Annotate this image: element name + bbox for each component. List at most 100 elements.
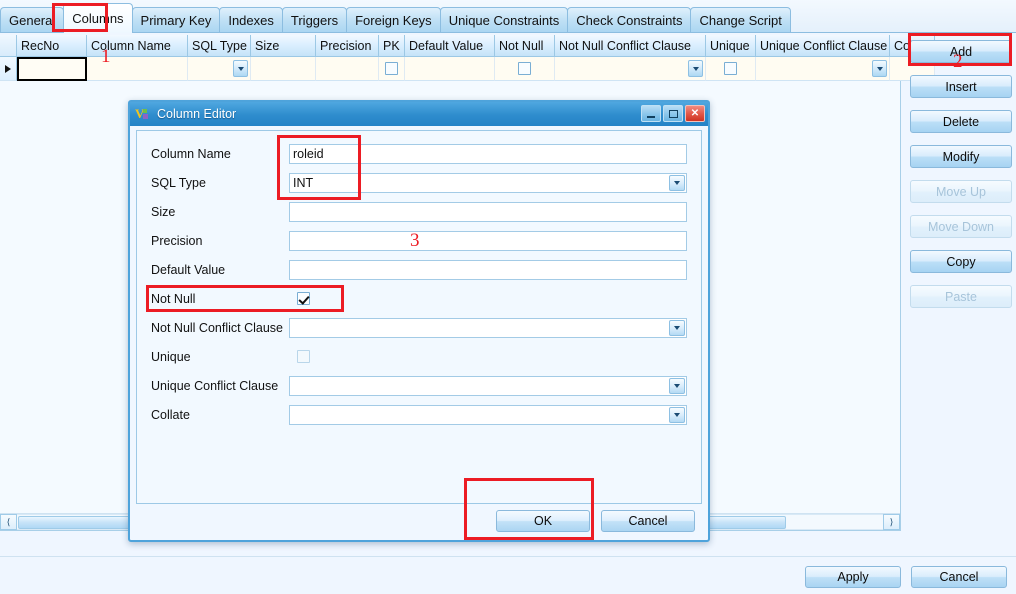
collate-input[interactable]	[289, 404, 687, 425]
grid-column-header[interactable]: Unique Conflict Clause	[756, 35, 890, 57]
row-indicator-cell	[0, 57, 17, 81]
cancel-dialog-button[interactable]: Cancel	[601, 510, 695, 532]
scroll-right-icon[interactable]: ⟩	[883, 514, 900, 530]
cancel-button[interactable]: Cancel	[911, 566, 1007, 588]
tab-unique-constraints[interactable]: Unique Constraints	[439, 7, 569, 33]
grid-column-header[interactable]: Precision	[316, 35, 379, 57]
annotation-number-1: 1	[101, 46, 111, 67]
grid-cell-unique-conflict-clause[interactable]	[756, 57, 890, 81]
field-row: SQL Type INT	[137, 168, 703, 197]
grid-column-header[interactable]: Not Null Conflict Clause	[555, 35, 706, 57]
tab-list: General Columns Primary Key Indexes Triggers…	[0, 3, 791, 33]
not-null-checkbox[interactable]	[297, 292, 310, 305]
grid-column-header[interactable]: Unique	[706, 35, 756, 57]
default-value-input[interactable]	[289, 259, 687, 280]
chevron-down-icon[interactable]	[233, 60, 248, 77]
window-buttons: ✕	[641, 105, 705, 122]
grid-cell-pk[interactable]	[379, 57, 405, 81]
paste-button: Paste	[910, 285, 1012, 308]
chevron-down-icon[interactable]	[669, 174, 685, 191]
chevron-down-icon[interactable]	[688, 60, 703, 77]
chevron-down-icon[interactable]	[669, 377, 685, 394]
tab-indexes[interactable]: Indexes	[219, 7, 283, 33]
unique-conflict-clause-input[interactable]	[289, 375, 687, 396]
move-down-button: Move Down	[910, 215, 1012, 238]
minimize-icon[interactable]	[641, 105, 661, 122]
grid-column-header[interactable]: RecNo	[17, 35, 87, 57]
grid-cell-not-null-conflict-clause[interactable]	[555, 57, 706, 81]
grid-column-header[interactable]: Size	[251, 35, 316, 57]
grid-cell-precision[interactable]	[316, 57, 379, 81]
delete-button[interactable]: Delete	[910, 110, 1012, 133]
column-name-input[interactable]: roleid	[289, 143, 687, 164]
grid-header-row: RecNo Column Name SQL Type Size Precision PK D…	[0, 35, 935, 57]
maximize-icon[interactable]	[663, 105, 683, 122]
grid-column-header[interactable]: Default Value	[405, 35, 495, 57]
dialog-fields: Column Name roleid SQL Type INT Size Precisio…	[136, 130, 702, 504]
field-row: Column Name roleid	[137, 139, 703, 168]
field-label: Unique	[151, 349, 191, 364]
grid-column-header[interactable]: Not Null	[495, 35, 555, 57]
sql-type-value: INT	[293, 175, 314, 190]
field-row: Unique	[137, 342, 703, 371]
grid-cell-not-null[interactable]	[495, 57, 555, 81]
table-designer-window: General Columns Primary Key Indexes Triggers…	[0, 0, 1016, 594]
not-null-conflict-clause-input[interactable]	[289, 317, 687, 338]
dialog-title: Column Editor	[157, 107, 237, 121]
tab-change-script[interactable]: Change Script	[690, 7, 791, 33]
field-label: Collate	[151, 407, 190, 422]
tab-check-constraints[interactable]: Check Constraints	[567, 7, 692, 33]
grid-action-buttons: Add Insert Delete Modify Move Up Move Down Cop…	[903, 35, 1016, 555]
tab-foreign-keys[interactable]: Foreign Keys	[346, 7, 441, 33]
field-label: Size	[151, 204, 176, 219]
column-editor-icon: V	[135, 107, 151, 122]
row-arrow-icon	[5, 64, 11, 73]
grid-cell-default-value[interactable]	[405, 57, 495, 81]
field-label: Not Null Conflict Clause	[151, 320, 283, 335]
field-row: Default Value	[137, 255, 703, 284]
field-label: Precision	[151, 233, 203, 248]
tab-triggers[interactable]: Triggers	[281, 7, 348, 33]
dialog-footer: OK Cancel	[136, 506, 702, 538]
chevron-down-icon[interactable]	[669, 319, 685, 336]
chevron-down-icon[interactable]	[872, 60, 887, 77]
tab-strip: General Columns Primary Key Indexes Triggers…	[0, 0, 1016, 33]
field-label: Default Value	[151, 262, 226, 277]
grid-cell-recno[interactable]	[17, 57, 87, 81]
grid-cell-size[interactable]	[251, 57, 316, 81]
insert-button[interactable]: Insert	[910, 75, 1012, 98]
sql-type-input[interactable]: INT	[289, 172, 687, 193]
grid-column-header[interactable]: SQL Type	[188, 35, 251, 57]
table-row[interactable]	[0, 57, 935, 81]
chevron-down-icon[interactable]	[669, 406, 685, 423]
column-name-value: roleid	[293, 146, 324, 161]
precision-input[interactable]	[289, 230, 687, 251]
field-label: SQL Type	[151, 175, 206, 190]
annotation-number-2: 2	[953, 51, 963, 72]
modify-button[interactable]: Modify	[910, 145, 1012, 168]
column-editor-dialog[interactable]: V Column Editor ✕ Column Name roleid SQL T…	[128, 100, 710, 542]
field-row: Unique Conflict Clause	[137, 371, 703, 400]
dialog-title-bar[interactable]: V Column Editor ✕	[130, 102, 708, 126]
close-icon[interactable]: ✕	[685, 105, 705, 122]
checkbox[interactable]	[385, 62, 398, 75]
copy-button[interactable]: Copy	[910, 250, 1012, 273]
apply-button[interactable]: Apply	[805, 566, 901, 588]
checkbox[interactable]	[724, 62, 737, 75]
checkbox[interactable]	[518, 62, 531, 75]
grid-cell-unique[interactable]	[706, 57, 756, 81]
ok-button[interactable]: OK	[496, 510, 590, 532]
tab-general[interactable]: General	[0, 7, 65, 33]
field-row: Size	[137, 197, 703, 226]
size-input[interactable]	[289, 201, 687, 222]
tab-columns[interactable]: Columns	[63, 3, 133, 33]
tab-primary-key[interactable]: Primary Key	[131, 7, 221, 33]
grid-column-header[interactable]: PK	[379, 35, 405, 57]
scroll-left-icon[interactable]: ⟨	[0, 514, 17, 530]
move-up-button: Move Up	[910, 180, 1012, 203]
field-row: Collate	[137, 400, 703, 429]
unique-checkbox[interactable]	[297, 350, 310, 363]
bottom-bar: https://blog.csdn.net/weixin_42880257 Ap…	[0, 556, 1016, 594]
grid-cell-sql-type[interactable]	[188, 57, 251, 81]
field-label: Unique Conflict Clause	[151, 378, 279, 393]
